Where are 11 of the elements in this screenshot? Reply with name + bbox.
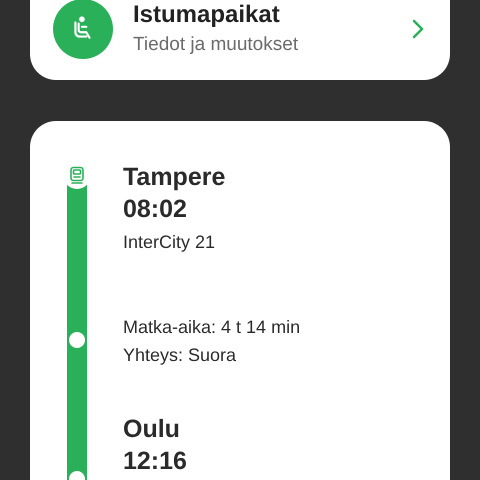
arrival-time: 12:16	[123, 446, 188, 477]
journey-detail: Matka-aika: 4 t 14 min	[123, 316, 300, 339]
departure-time: 08:02	[123, 194, 188, 225]
arrival-station: Oulu	[123, 414, 181, 445]
seat-card-title: Istumapaikat	[133, 0, 281, 30]
seat-card[interactable]: Istumapaikat Tiedot ja muutokset	[30, 0, 450, 80]
journey-detail: Yhteys: Suora	[123, 344, 238, 367]
seat-card-subtitle: Tiedot ja muutokset	[133, 33, 300, 57]
train-name: InterCity 21	[123, 231, 216, 254]
departure-station: Tampere	[123, 162, 226, 193]
chevron-right-icon	[412, 19, 424, 39]
